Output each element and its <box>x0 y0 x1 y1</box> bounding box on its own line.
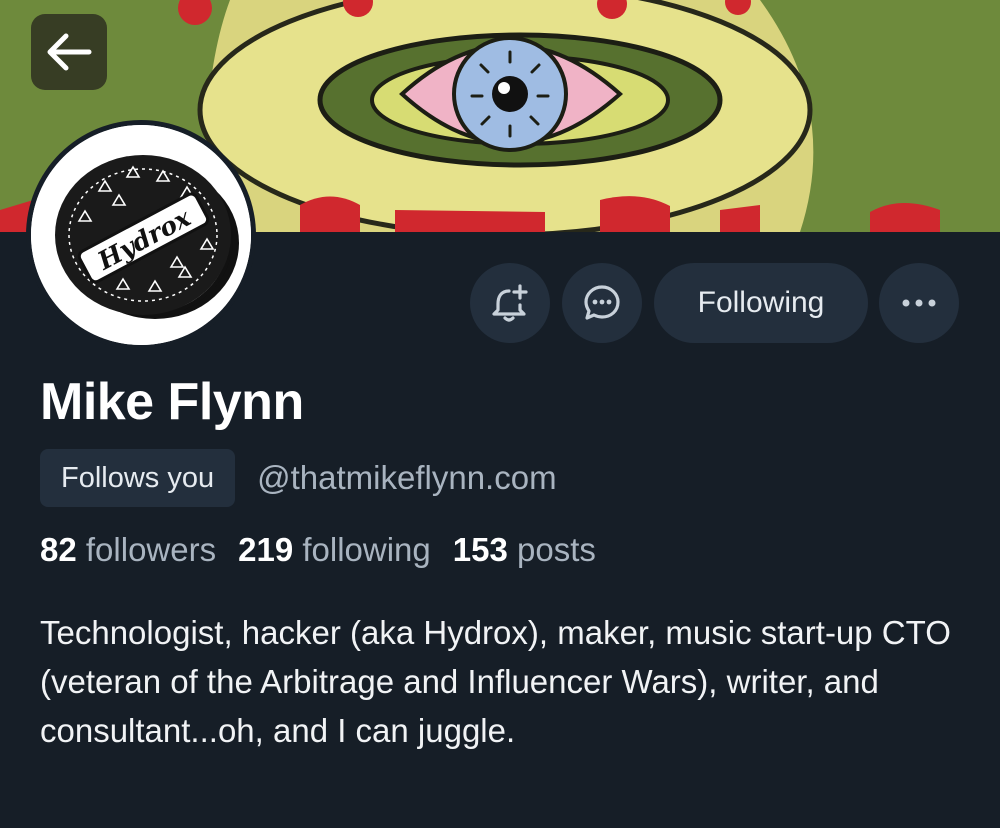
profile-bio: Technologist, hacker (aka Hydrox), maker… <box>40 614 951 749</box>
display-name: Mike Flynn <box>40 373 304 431</box>
posts-stat: 153 posts <box>453 531 596 569</box>
followers-label: followers <box>85 531 217 568</box>
notify-button[interactable] <box>470 263 550 343</box>
profile-page: Hydrox Following Mike Flynn Follows you … <box>0 0 1000 828</box>
bell-plus-icon <box>492 284 528 322</box>
following-stat[interactable]: 219 following <box>238 531 431 569</box>
ellipsis-icon <box>902 299 936 307</box>
posts-label: posts <box>517 531 596 568</box>
followers-stat[interactable]: 82 followers <box>40 531 216 569</box>
profile-meta: Follows you @thatmikeflynn.com <box>40 449 557 507</box>
more-options-button[interactable] <box>879 263 959 343</box>
follows-you-badge: Follows you <box>40 449 236 507</box>
message-button[interactable] <box>562 263 642 343</box>
following-label: following <box>302 531 431 568</box>
chat-bubble-icon <box>584 285 620 320</box>
following-button[interactable]: Following <box>654 263 868 343</box>
profile-handle[interactable]: @thatmikeflynn.com <box>257 459 556 497</box>
profile-stats: 82 followers 219 following 153 posts <box>40 531 618 569</box>
arrow-left-icon <box>47 33 92 71</box>
following-count: 219 <box>238 531 294 568</box>
posts-count: 153 <box>452 531 508 568</box>
profile-actions: Following <box>0 263 1000 343</box>
followers-count: 82 <box>40 531 77 568</box>
back-button[interactable] <box>31 14 107 90</box>
